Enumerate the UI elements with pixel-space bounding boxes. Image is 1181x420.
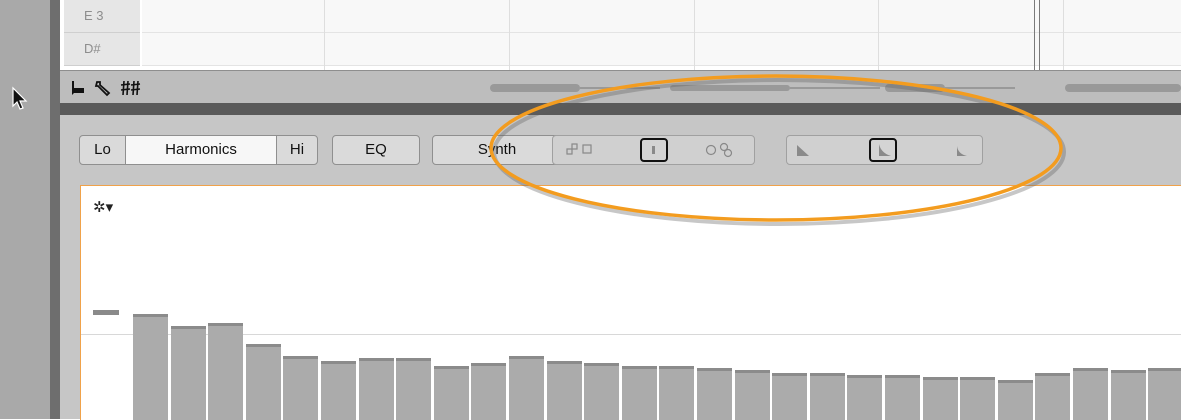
grid-line (1063, 0, 1064, 70)
harmonic-bar[interactable] (622, 366, 657, 420)
square-shapes-icon[interactable] (566, 143, 592, 155)
harmonic-bar[interactable] (923, 377, 958, 420)
harmonic-bar[interactable] (359, 358, 394, 420)
eq-button[interactable]: EQ (332, 135, 420, 165)
harmonic-bar[interactable] (471, 363, 506, 420)
circle-shapes-icon[interactable] (705, 142, 733, 158)
gear-icon[interactable]: ✲▾ (93, 198, 113, 216)
harmonic-bar[interactable] (246, 344, 281, 420)
toolbar (60, 70, 1181, 104)
harmonic-bar[interactable] (1148, 368, 1181, 420)
harmonic-bar[interactable] (847, 375, 882, 420)
grid-line (324, 0, 325, 70)
piano-roll[interactable]: E 3 D# (60, 0, 1181, 70)
harmonic-bar[interactable] (283, 356, 318, 420)
grid-line (878, 0, 879, 70)
harmonics-display[interactable]: ✲▾ (80, 185, 1181, 420)
shape-chooser-icons (566, 142, 733, 158)
harmonic-bar[interactable] (697, 368, 732, 420)
slope-chooser (786, 135, 983, 165)
note-row[interactable] (142, 33, 1181, 66)
bar-line (1039, 0, 1040, 70)
audio-waveform (490, 84, 1181, 92)
middle-shape-icon[interactable] (652, 146, 655, 154)
tab-hi[interactable]: Hi (276, 135, 318, 165)
bar-line (1034, 0, 1035, 70)
harmonic-bar[interactable] (133, 314, 168, 420)
panel-divider (50, 0, 60, 419)
tab-lo[interactable]: Lo (79, 135, 126, 165)
harmonic-bar[interactable] (735, 370, 770, 420)
harmonics-editor-panel: Lo Harmonics Hi EQ Synth ✲▾ (60, 115, 1181, 420)
left-gutter (0, 0, 50, 419)
slope-chooser-icons (797, 144, 967, 156)
tab-harmonics[interactable]: Harmonics (126, 135, 276, 165)
harmonic-bar[interactable] (659, 366, 694, 420)
harmonic-bar[interactable] (998, 380, 1033, 420)
wrench-icon[interactable] (94, 79, 114, 97)
harmonic-bar[interactable] (584, 363, 619, 420)
harmonic-bar[interactable] (509, 356, 544, 420)
scale-sharps-icon[interactable] (120, 79, 142, 97)
harmonic-bar[interactable] (434, 366, 469, 420)
draw-mode-icon[interactable] (70, 79, 86, 97)
harmonic-bar[interactable] (960, 377, 995, 420)
harmonic-bar[interactable] (810, 373, 845, 420)
note-row[interactable] (142, 0, 1181, 33)
piano-key-e3[interactable]: E 3 (64, 0, 140, 33)
harmonic-bar[interactable] (547, 361, 582, 420)
mouse-pointer-icon (12, 86, 28, 110)
grid-line (509, 0, 510, 70)
medium-slope-icon[interactable] (879, 144, 891, 156)
gentle-slope-icon[interactable] (957, 146, 967, 156)
harmonic-bar[interactable] (396, 358, 431, 420)
piano-key-d-sharp[interactable]: D# (64, 33, 140, 66)
separator (60, 103, 1181, 115)
harmonic-bar[interactable] (1035, 373, 1070, 420)
harmonic-bar[interactable] (208, 323, 243, 420)
level-marker[interactable] (93, 310, 119, 315)
harmonic-bar[interactable] (1073, 368, 1108, 420)
harmonic-bar[interactable] (1111, 370, 1146, 420)
harmonic-bars (133, 186, 1181, 420)
grid-line (694, 0, 695, 70)
shape-chooser (552, 135, 755, 165)
steep-slope-icon[interactable] (797, 145, 809, 156)
harmonic-bar[interactable] (321, 361, 356, 420)
harmonic-bar[interactable] (171, 326, 206, 420)
synth-button[interactable]: Synth (432, 135, 562, 165)
harmonic-bar[interactable] (772, 373, 807, 420)
harmonic-bar[interactable] (885, 375, 920, 420)
